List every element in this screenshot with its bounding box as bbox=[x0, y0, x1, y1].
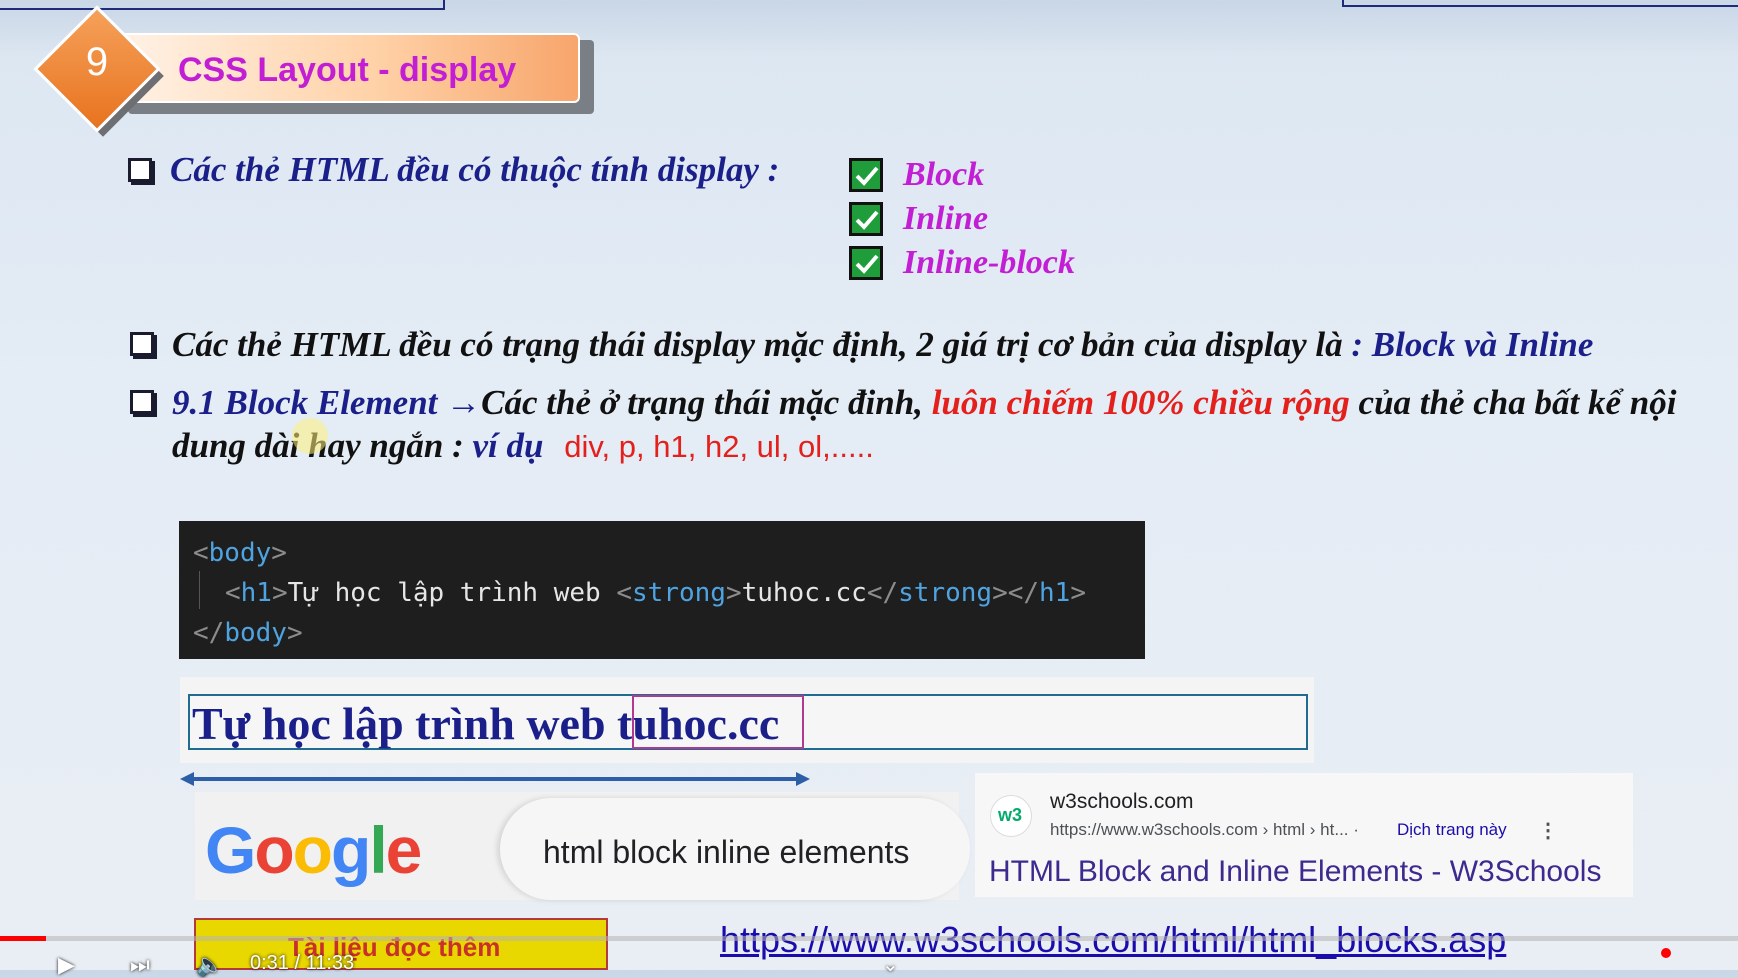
video-time: 0:31 / 11:33 bbox=[250, 952, 355, 974]
search-query-text: html block inline elements bbox=[543, 834, 910, 870]
slide-number: 9 bbox=[85, 40, 109, 84]
video-progress-bar[interactable] bbox=[0, 936, 1738, 941]
double-arrow-icon bbox=[180, 772, 810, 786]
top-frame-left bbox=[0, 0, 445, 10]
bullet3-line2: dung dài hay ngắn : ví dụ div, p, h1, h2… bbox=[172, 426, 874, 466]
arrow-right-icon: → bbox=[446, 383, 482, 422]
bullet-box-icon bbox=[130, 332, 154, 356]
display-value-inline: Inline bbox=[903, 200, 989, 237]
slide-title: CSS Layout - display bbox=[178, 51, 517, 89]
bullet-box-icon bbox=[128, 158, 152, 182]
bullet2-text: Các thẻ HTML đều có trạng thái display m… bbox=[172, 325, 1352, 364]
display-value-inline-block: Inline-block bbox=[903, 244, 1075, 281]
checkbox-checked-icon bbox=[849, 246, 883, 280]
w3schools-favicon-icon: w3 bbox=[990, 795, 1032, 837]
result-title-link[interactable]: HTML Block and Inline Elements - W3Schoo… bbox=[989, 855, 1601, 889]
more-options-icon[interactable]: ⋮ bbox=[1538, 818, 1558, 843]
bullet3-text2: của thẻ cha bất kể nội bbox=[1349, 383, 1677, 422]
code-line-2: <h1>Tự học lập trình web <strong>tuhoc.c… bbox=[225, 578, 1086, 608]
result-url: https://www.w3schools.com › html › ht...… bbox=[1050, 820, 1359, 839]
bullet3-heading: 9.1 Block Element bbox=[172, 383, 438, 422]
next-icon[interactable]: ⏭ bbox=[130, 952, 150, 978]
bullet2-line: Các thẻ HTML đều có trạng thái display m… bbox=[172, 325, 1593, 365]
example-label: ví dụ bbox=[472, 426, 544, 465]
code-block: <body> <h1>Tự học lập trình web <strong>… bbox=[179, 521, 1145, 659]
play-icon[interactable]: ▶ bbox=[58, 952, 75, 978]
bullet3-red-text: luôn chiếm 100% chiều rộng bbox=[931, 383, 1350, 422]
chapter-chevron-icon[interactable]: ⌄ bbox=[882, 952, 899, 977]
top-frame-right bbox=[1342, 0, 1738, 7]
indent-guide bbox=[199, 571, 200, 609]
translate-page-link[interactable]: Dịch trang này bbox=[1397, 820, 1507, 840]
checkbox-checked-icon bbox=[849, 158, 883, 192]
live-dot-icon bbox=[1661, 948, 1671, 958]
strong-inline-outline bbox=[632, 695, 804, 749]
example-tags: div, p, h1, h2, ul, ol,..... bbox=[564, 429, 874, 464]
checkbox-checked-icon bbox=[849, 202, 883, 236]
bullet3-text1: Các thẻ ở trạng thái mặc đinh, bbox=[481, 383, 932, 422]
volume-icon[interactable]: 🔈 bbox=[196, 952, 223, 978]
code-line-1: <body> bbox=[193, 538, 287, 568]
bullet3-line1: 9.1 Block Element →Các thẻ ở trạng thái … bbox=[172, 383, 1676, 423]
display-value-block: Block bbox=[903, 156, 985, 193]
bullet2-highlight: : Block và Inline bbox=[1351, 325, 1594, 364]
code-line-3: </body> bbox=[193, 618, 303, 648]
bullet-box-icon bbox=[130, 390, 154, 414]
result-site-name: w3schools.com bbox=[1050, 790, 1194, 813]
google-logo: Google bbox=[205, 813, 422, 887]
bullet1-text: Các thẻ HTML đều có thuộc tính display : bbox=[170, 150, 780, 189]
mouse-cursor-highlight bbox=[292, 418, 328, 454]
video-progress-fill bbox=[0, 936, 46, 941]
